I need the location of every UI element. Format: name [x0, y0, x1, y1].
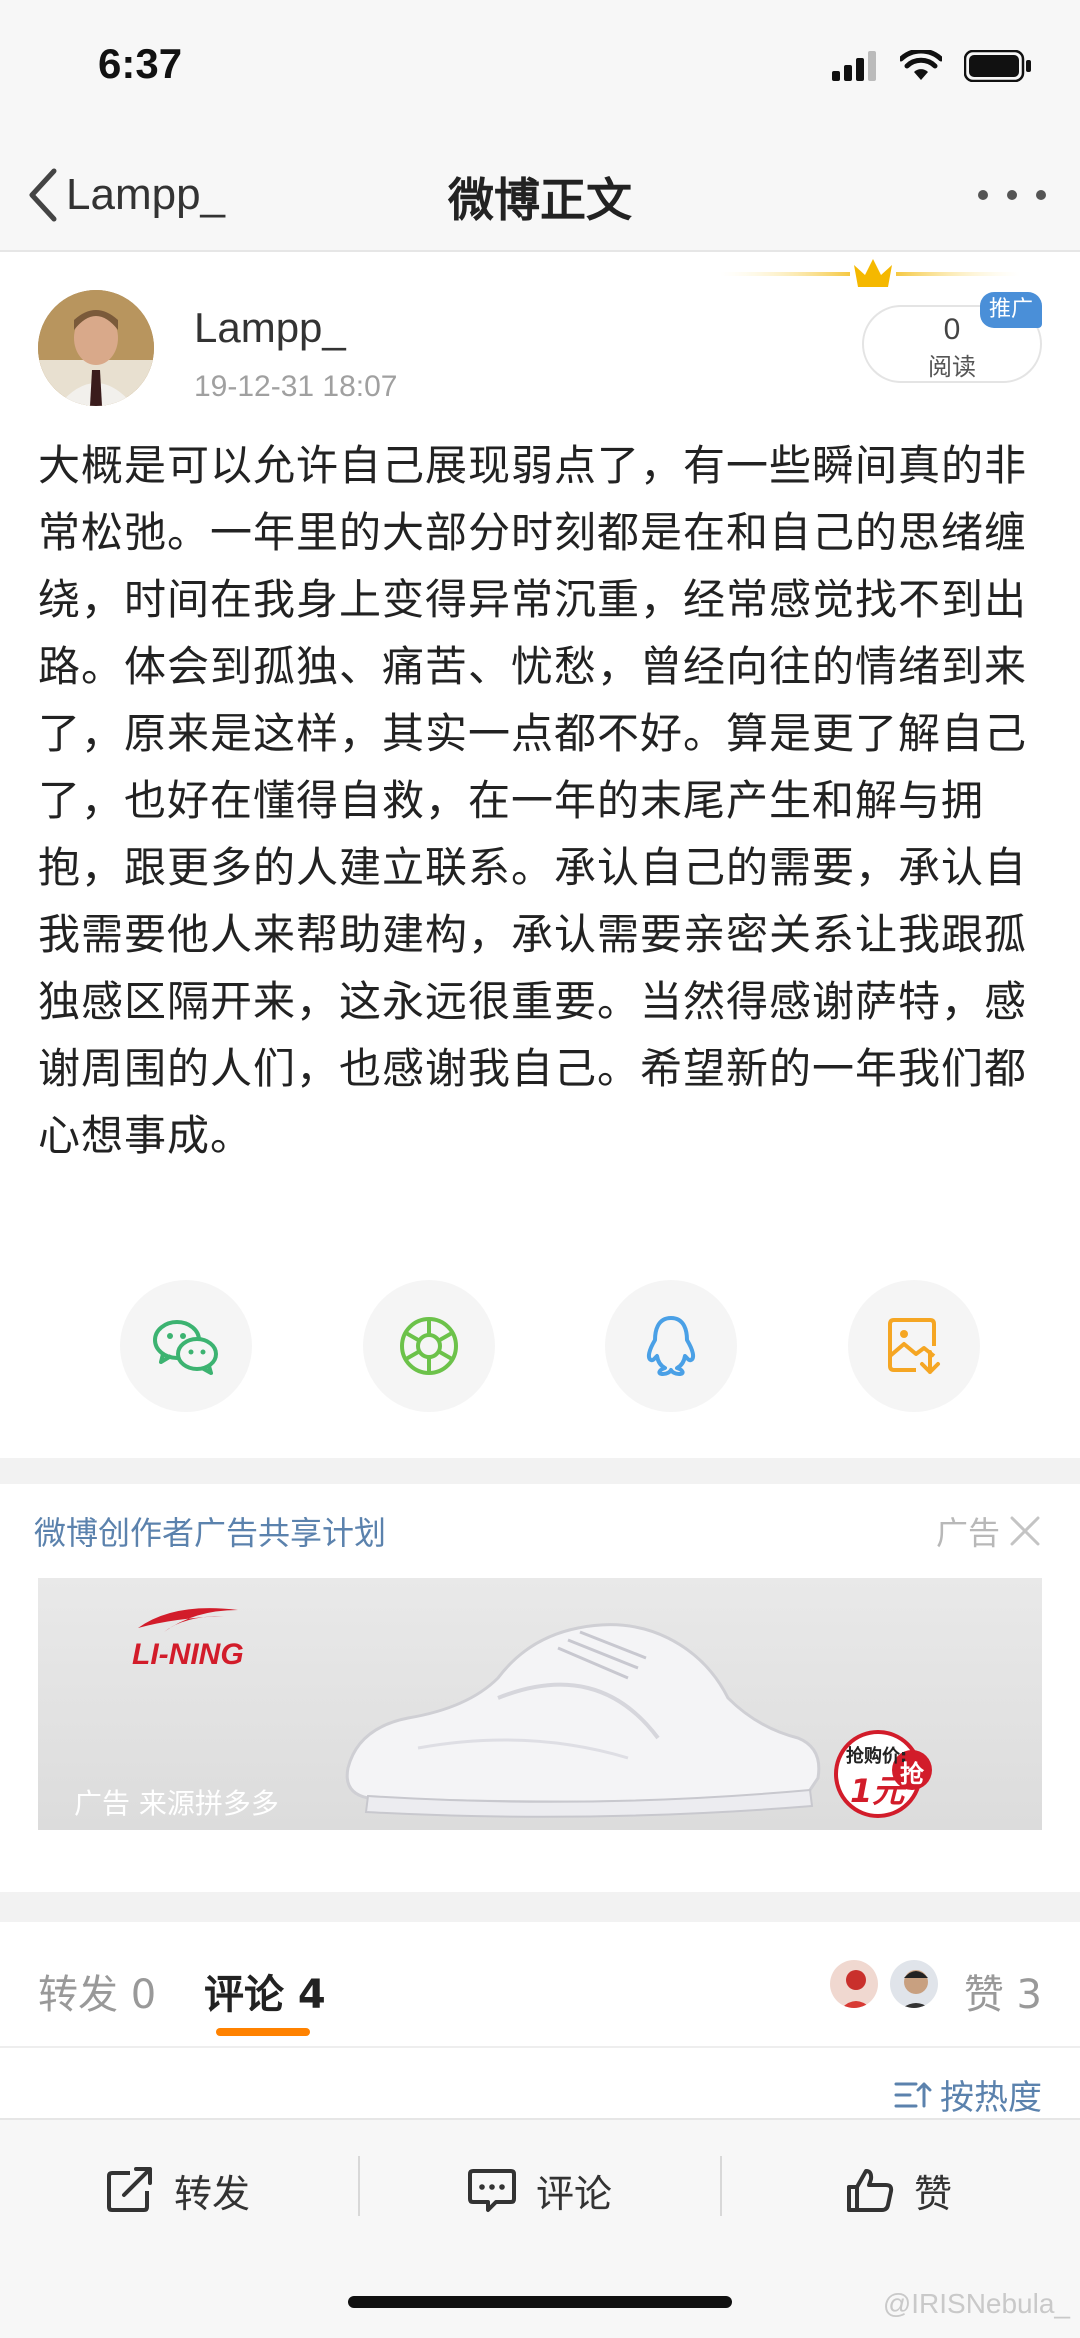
- section-divider: [0, 1458, 1080, 1484]
- close-icon[interactable]: [1008, 1514, 1042, 1548]
- ad-banner[interactable]: LI-NING 抢购价: 1元 抢 广告 来源拼多多: [38, 1578, 1042, 1830]
- wechat-icon: [153, 1320, 218, 1375]
- price-value: 1元: [850, 1772, 905, 1810]
- read-label: 阅读: [928, 353, 976, 381]
- active-tab-indicator: [216, 2028, 310, 2036]
- more-dot-icon: [1036, 190, 1046, 200]
- bottom-action-bar: 转发 评论 赞 @IRISNebula_: [0, 2118, 1080, 2338]
- divider: [720, 2156, 722, 2216]
- save-image-button[interactable]: [847, 1280, 980, 1412]
- sort-label: 按热度: [940, 2078, 1042, 2118]
- avatar: [888, 1958, 940, 2010]
- share-qq-button[interactable]: [605, 1280, 738, 1412]
- like-button[interactable]: 赞: [846, 2160, 952, 2220]
- share-moments-button[interactable]: [362, 1280, 495, 1412]
- page-title: 微博正文: [448, 173, 632, 227]
- cellular-signal-icon: [832, 51, 876, 81]
- thumbs-up-icon: [847, 2169, 894, 2212]
- more-options-button[interactable]: [972, 170, 1052, 220]
- ad-label: 广告: [935, 1514, 1000, 1552]
- tab-comments[interactable]: 评论 4: [204, 1962, 326, 2020]
- comment-button[interactable]: 评论: [468, 2160, 612, 2220]
- share-wechat-button[interactable]: [120, 1280, 252, 1412]
- status-bar: 6:37: [0, 0, 1080, 140]
- qq-icon: [647, 1316, 696, 1376]
- post-timestamp: 19-12-31 18:07: [194, 370, 398, 403]
- like-label: 赞: [914, 2171, 953, 2216]
- home-indicator[interactable]: [348, 2296, 732, 2308]
- author-name[interactable]: Lampp_: [194, 304, 346, 352]
- nav-bar: Lampp_ 微博正文: [0, 140, 1080, 252]
- more-dot-icon: [1007, 190, 1017, 200]
- ad-program-link[interactable]: 微博创作者广告共享计划: [34, 1508, 386, 1554]
- repost-button[interactable]: 转发: [106, 2160, 250, 2220]
- status-time: 6:37: [98, 40, 183, 87]
- battery-icon: [964, 50, 1031, 82]
- price-action: 抢: [900, 1760, 924, 1788]
- watermark: @IRISNebula_: [882, 2288, 1070, 2319]
- moments-icon: [399, 1317, 458, 1375]
- repost-icon: [107, 2167, 152, 2212]
- repost-label: 转发: [174, 2171, 251, 2216]
- sort-button[interactable]: 按热度: [894, 2070, 1042, 2119]
- liker-avatars[interactable]: [828, 1958, 940, 2010]
- share-row: [120, 1280, 980, 1412]
- comment-label: 评论: [536, 2171, 613, 2216]
- tab-likes[interactable]: 赞 3: [964, 1962, 1042, 2020]
- interaction-tabs: 转发 0 评论 4 赞 3: [0, 1922, 1080, 2048]
- ad-source: 广告 来源拼多多: [74, 1787, 279, 1820]
- save-image-icon: [887, 1318, 940, 1374]
- post-text: 大概是可以允许自己展现弱点了，有一些瞬间真的非常松弛。一年里的大部分时刻都是在和…: [38, 441, 1028, 1160]
- more-dot-icon: [978, 190, 988, 200]
- comment-icon: [468, 2169, 516, 2212]
- section-divider: [0, 1892, 1080, 1922]
- promoted-badge[interactable]: 推广: [980, 292, 1042, 328]
- sneaker-image: [345, 1623, 821, 1818]
- crown-decoration-icon: [720, 259, 1020, 287]
- sort-icon: [894, 2082, 932, 2107]
- tab-reposts[interactable]: 转发 0: [38, 1962, 156, 2020]
- avatar[interactable]: [38, 290, 154, 406]
- price-tag-label: 抢购价:: [846, 1746, 908, 1767]
- status-icons: [832, 50, 1032, 82]
- divider: [358, 2156, 360, 2216]
- wifi-icon: [900, 50, 942, 80]
- ad-brand: LI-NING: [132, 1638, 244, 1671]
- li-ning-logo-icon: [138, 1608, 238, 1632]
- avatar: [828, 1958, 880, 2010]
